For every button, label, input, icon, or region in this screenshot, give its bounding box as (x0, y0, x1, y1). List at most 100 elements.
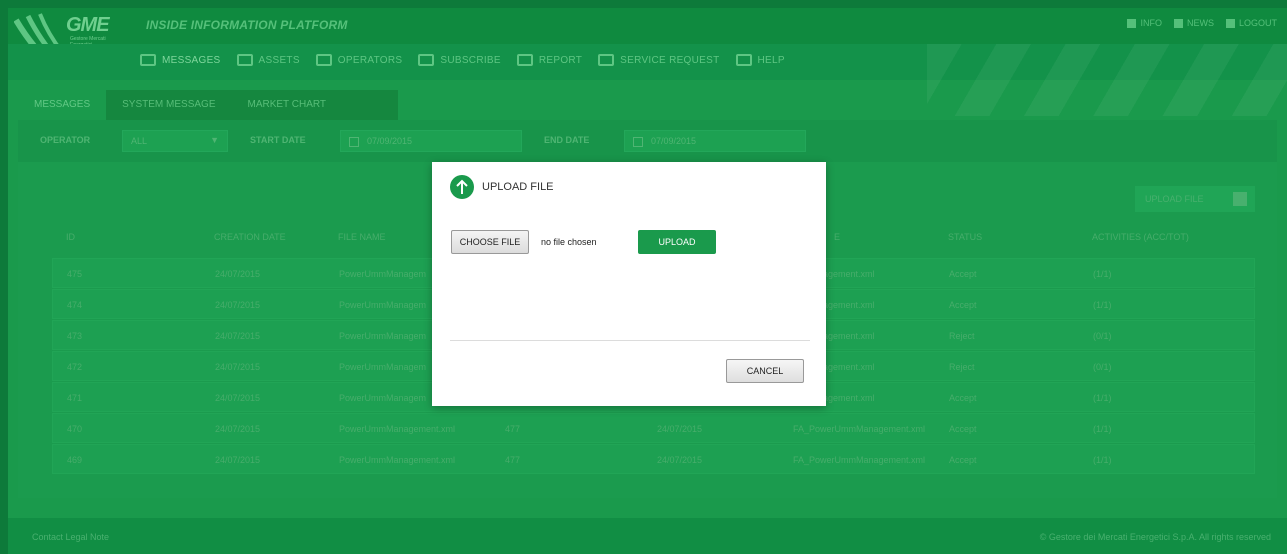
nav-messages[interactable]: MESSAGES (140, 54, 221, 66)
upload-button[interactable]: UPLOAD (638, 230, 716, 254)
assets-icon (236, 54, 253, 66)
operator-value: ALL (131, 136, 148, 146)
cell-status: Reject (949, 331, 975, 341)
logout-link[interactable]: LOGOUT (1225, 18, 1277, 28)
subtab-bar: MESSAGES SYSTEM MESSAGE MARKET CHART (18, 90, 398, 120)
col-id: ID (66, 232, 75, 242)
dropdown-arrow-icon: ▼ (210, 135, 219, 145)
cell-id: 473 (67, 331, 83, 341)
news-label: NEWS (1186, 18, 1214, 28)
dialog-header: UPLOAD FILE (450, 175, 554, 199)
filter-bar: OPERATOR ALL ▼ START DATE 07/09/2015 END … (18, 120, 1277, 162)
cell-date: 24/07/2015 (215, 424, 261, 434)
col-activities: ACTIVITIES (ACC/TOT) (1092, 232, 1189, 242)
col-file-name: FILE NAME (338, 232, 386, 242)
copyright: © Gestore dei Mercati Energetici S.p.A. … (1039, 532, 1271, 542)
nav-label: REPORT (538, 54, 583, 66)
logout-label: LOGOUT (1238, 18, 1277, 28)
cell-file: PowerUmmManagement.xml (339, 455, 456, 465)
nav-label: MESSAGES (162, 54, 221, 66)
cell-file: PowerUmmManagem (339, 362, 427, 372)
nav-assets[interactable]: ASSETS (236, 54, 300, 66)
nav-operators[interactable]: OPERATORS (315, 54, 403, 66)
col-file-name-2: E (834, 232, 841, 242)
start-date-value: 07/09/2015 (367, 136, 413, 146)
nav-label: HELP (757, 54, 785, 66)
tab-messages[interactable]: MESSAGES (18, 90, 107, 120)
info-label: INFO (1140, 18, 1162, 28)
nav-service-request[interactable]: SERVICE REQUEST (598, 54, 719, 66)
cell-c5: 24/07/2015 (657, 424, 703, 434)
nav-subscribe[interactable]: SUBSCRIBE (418, 54, 501, 66)
cell-c5: 24/07/2015 (657, 455, 703, 465)
start-date-label: START DATE (250, 135, 306, 145)
cell-status: Reject (949, 362, 975, 372)
cell-status: Accept (949, 300, 977, 310)
calendar-icon (349, 136, 359, 147)
calendar-icon (633, 136, 643, 147)
end-date-label: END DATE (544, 135, 590, 145)
end-date-input[interactable]: 07/09/2015 (624, 130, 806, 152)
col-creation-date: CREATION DATE (214, 232, 286, 242)
info-icon (1127, 18, 1137, 28)
cell-date: 24/07/2015 (215, 455, 261, 465)
cell-file: PowerUmmManagem (339, 300, 427, 310)
plus-icon (1233, 192, 1247, 206)
logo-text: GME (66, 14, 110, 36)
nav-label: OPERATORS (337, 54, 403, 66)
cell-status: Accept (949, 455, 977, 465)
messages-icon (140, 54, 156, 66)
cell-act: (1/1) (1093, 300, 1112, 310)
cell-file2: FA_PowerUmmManagement.xml (793, 455, 926, 465)
cell-act: (1/1) (1093, 455, 1112, 465)
cell-act: (1/1) (1093, 269, 1112, 279)
upload-arrow-icon (450, 175, 474, 199)
user-icon (1225, 18, 1235, 28)
nav-label: ASSETS (258, 54, 300, 66)
cell-file: PowerUmmManagem (339, 269, 427, 279)
cell-act: (0/1) (1093, 362, 1112, 372)
cell-act: (0/1) (1093, 331, 1112, 341)
cell-id: 475 (67, 269, 83, 279)
cell-date: 24/07/2015 (215, 300, 261, 310)
cancel-button[interactable]: CANCEL (726, 359, 804, 383)
envelope-icon (418, 54, 435, 66)
help-icon (735, 54, 752, 66)
top-links: INFO NEWS LOGOUT (1127, 18, 1277, 28)
upload-file-button[interactable]: UPLOAD FILE (1135, 186, 1255, 212)
operator-select[interactable]: ALL ▼ (122, 130, 228, 152)
start-date-input[interactable]: 07/09/2015 (340, 130, 522, 152)
tab-market-chart[interactable]: MARKET CHART (232, 90, 343, 120)
cell-act: (1/1) (1093, 424, 1112, 434)
nav-label: SERVICE REQUEST (620, 54, 720, 66)
nav-label: SUBSCRIBE (440, 54, 501, 66)
table-row[interactable]: 469 24/07/2015 PowerUmmManagement.xml 477 24… (52, 444, 1255, 474)
footer-links[interactable]: Contact Legal Note (32, 532, 109, 542)
footer: Contact Legal Note © Gestore dei Mercati… (8, 518, 1287, 554)
operators-icon (315, 54, 332, 66)
cell-id: 474 (67, 300, 83, 310)
cell-file: PowerUmmManagem (339, 393, 427, 403)
nav-help[interactable]: HELP (735, 54, 785, 66)
cell-file: PowerUmmManagement.xml (339, 424, 456, 434)
cell-date: 24/07/2015 (215, 269, 261, 279)
cell-id: 470 (67, 424, 83, 434)
decorative-stripes (927, 44, 1287, 116)
service-icon (598, 54, 615, 66)
choose-file-button[interactable]: CHOOSE FILE (451, 230, 529, 254)
info-link[interactable]: INFO (1127, 18, 1162, 28)
cell-c4: 477 (505, 455, 521, 465)
cell-date: 24/07/2015 (215, 393, 261, 403)
col-status: STATUS (948, 232, 983, 242)
chart-icon (516, 54, 533, 66)
top-bar: GME Gestore Mercati Energetici INSIDE IN… (8, 8, 1287, 69)
cell-status: Accept (949, 393, 977, 403)
cell-id: 471 (67, 393, 83, 403)
file-status-text: no file chosen (541, 237, 597, 247)
nav-report[interactable]: REPORT (516, 54, 583, 66)
tab-system-message[interactable]: SYSTEM MESSAGE (106, 90, 231, 120)
cell-file: PowerUmmManagem (339, 331, 427, 341)
news-link[interactable]: NEWS (1173, 18, 1214, 28)
table-row[interactable]: 470 24/07/2015 PowerUmmManagement.xml 477 24… (52, 413, 1255, 443)
cell-date: 24/07/2015 (215, 362, 261, 372)
